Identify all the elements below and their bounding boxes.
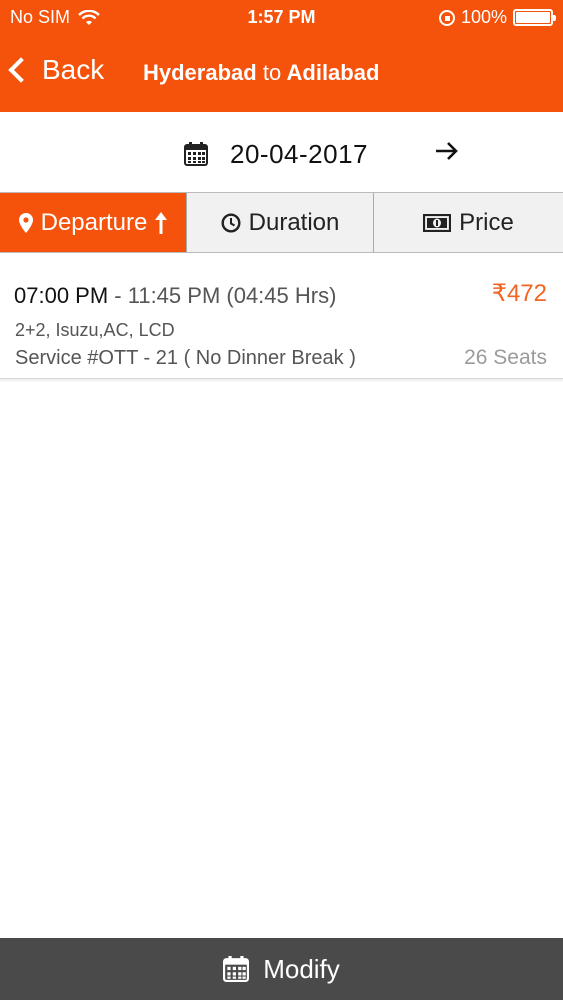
seats-available: 26 Seats xyxy=(464,346,547,369)
service-info: Service #OTT - 21 ( No Dinner Break ) xyxy=(15,347,356,369)
back-button[interactable]: Back xyxy=(8,54,105,86)
money-icon xyxy=(423,213,452,232)
calendar-icon xyxy=(223,956,250,982)
next-date-arrow-icon[interactable] xyxy=(432,136,462,166)
departure-time: 07:00 PM xyxy=(14,283,109,308)
clock-icon xyxy=(221,212,241,233)
app-header: No SIM 1:57 PM 100% Back Hyderabad to Ad… xyxy=(0,0,563,112)
battery-icon xyxy=(513,9,556,26)
title-to: Adilabad xyxy=(286,60,380,85)
calendar-icon[interactable] xyxy=(184,142,208,166)
tab-duration[interactable]: Duration xyxy=(186,193,373,252)
status-right: 100% xyxy=(438,7,556,28)
rotation-lock-icon xyxy=(438,9,455,26)
sort-ascending-arrow-icon xyxy=(155,211,168,234)
modify-label: Modify xyxy=(263,953,340,984)
tab-departure-label: Departure xyxy=(40,208,148,236)
status-bar: No SIM 1:57 PM 100% xyxy=(0,0,563,36)
page-title: Hyderabad to Adilabad xyxy=(143,60,379,86)
selected-date[interactable]: 20-04-2017 xyxy=(230,139,368,170)
time-separator: - xyxy=(108,283,128,308)
arrival-duration: 11:45 PM (04:45 Hrs) xyxy=(127,283,337,308)
map-pin-icon xyxy=(18,212,33,233)
trip-times: 07:00 PM - 11:45 PM (04:45 Hrs) xyxy=(14,283,336,309)
nav-bar: Back Hyderabad to Adilabad xyxy=(0,40,563,106)
date-bar: 20-04-2017 xyxy=(0,112,563,192)
fare-price: ₹472 xyxy=(491,280,547,307)
bus-result-card[interactable]: 07:00 PM - 11:45 PM (04:45 Hrs) ₹472 2+2… xyxy=(0,253,563,379)
battery-percent: 100% xyxy=(460,7,507,27)
tab-duration-label: Duration xyxy=(248,208,340,236)
title-from: Hyderabad xyxy=(143,60,257,85)
chevron-left-icon xyxy=(8,57,34,83)
sort-tabs: Departure Duration Price xyxy=(0,192,563,253)
modify-button[interactable]: Modify xyxy=(0,938,563,1000)
tab-price[interactable]: Price xyxy=(373,193,563,252)
bus-features: 2+2, Isuzu,AC, LCD xyxy=(15,320,175,340)
back-label: Back xyxy=(42,54,105,85)
tab-departure[interactable]: Departure xyxy=(0,193,186,252)
title-to-word: to xyxy=(262,60,282,85)
tab-price-label: Price xyxy=(459,208,514,236)
